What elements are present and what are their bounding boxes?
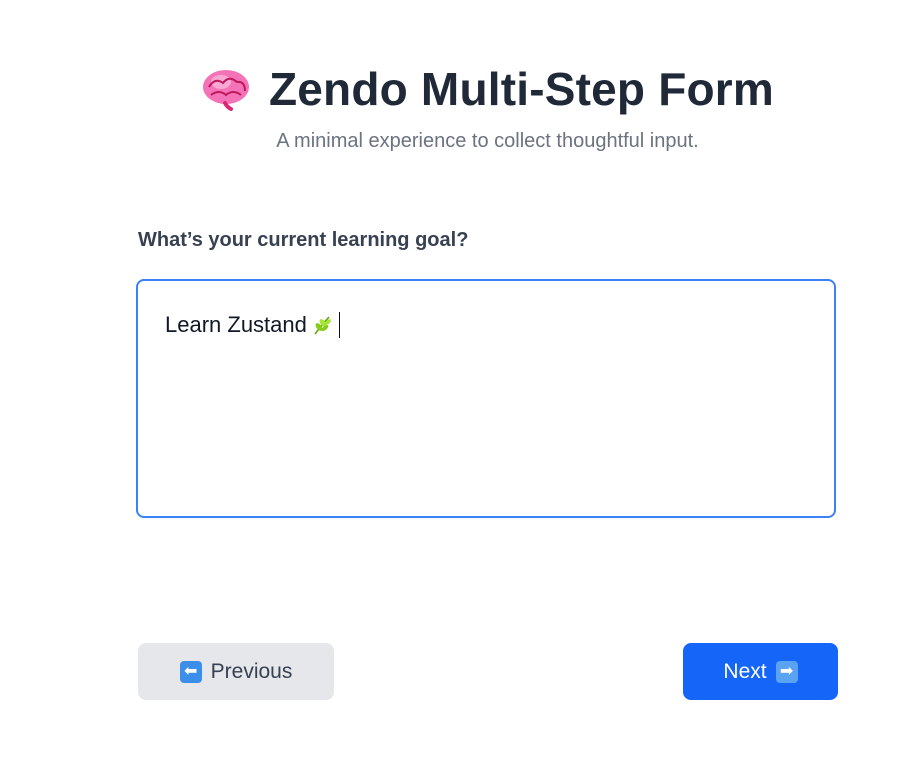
page-title: Zendo Multi-Step Form	[268, 63, 775, 115]
left-arrow-icon: ⬅	[179, 660, 202, 683]
title-row: Zendo Multi-Step Form	[201, 62, 774, 116]
answer-content: Learn Zustand	[165, 312, 341, 338]
right-arrow-icon: ➡	[775, 660, 798, 683]
page-subtitle: A minimal experience to collect thoughtf…	[276, 130, 699, 152]
next-button[interactable]: Next ➡	[683, 643, 838, 700]
previous-button[interactable]: ⬅ Previous	[138, 643, 334, 700]
answer-textarea[interactable]: Learn Zustand	[136, 279, 836, 518]
text-caret	[338, 312, 341, 338]
next-button-label: Next	[723, 659, 767, 683]
question-label: What’s your current learning goal?	[138, 229, 469, 251]
answer-value: Learn Zustand	[165, 312, 307, 337]
herb-icon	[311, 314, 333, 336]
previous-button-label: Previous	[210, 659, 293, 683]
form-header: Zendo Multi-Step Form A minimal experien…	[0, 62, 923, 153]
brain-icon	[201, 67, 251, 111]
